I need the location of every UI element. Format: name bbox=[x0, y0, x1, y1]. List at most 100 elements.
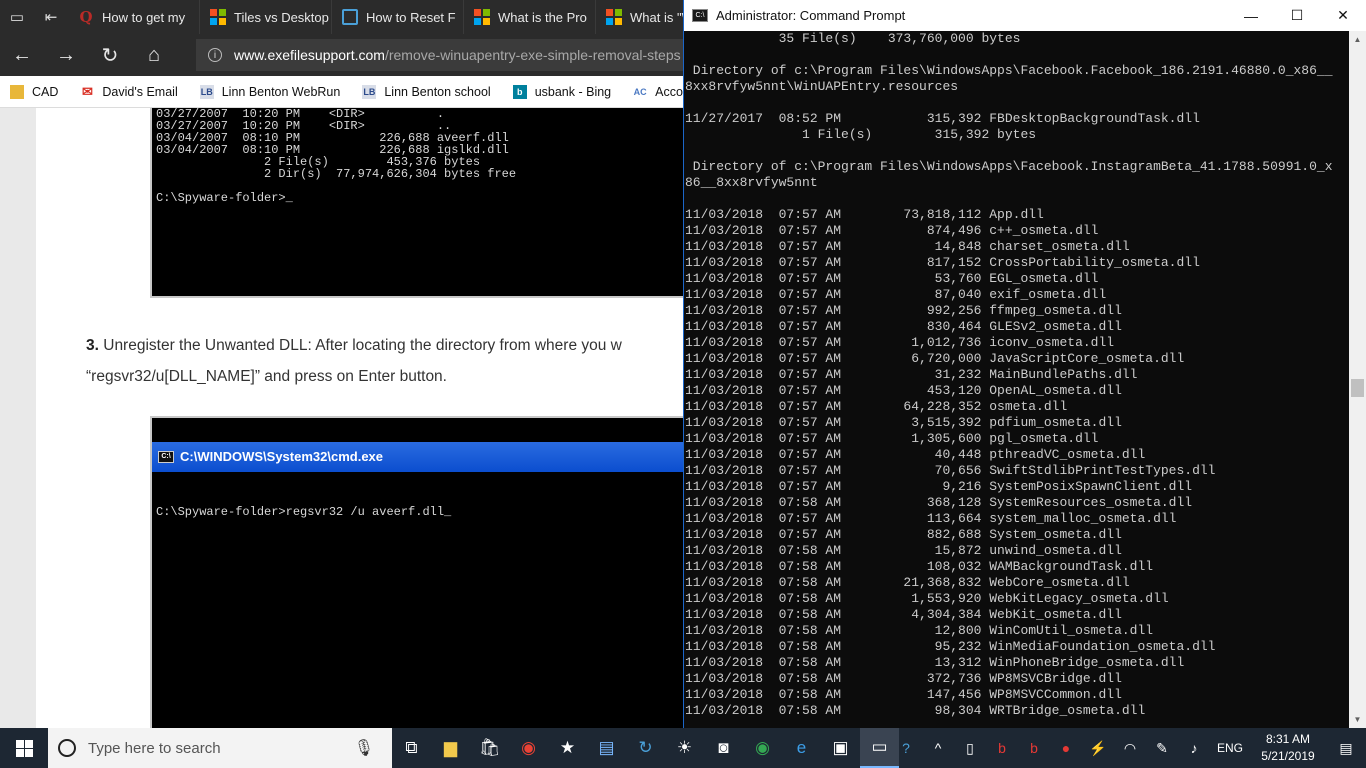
ie-icon bbox=[342, 9, 358, 25]
cmd-line: 11/03/2018 07:58 AM 21,368,832 WebCore_o… bbox=[685, 575, 1130, 590]
camera-icon[interactable]: ◙ bbox=[704, 728, 743, 768]
cmd-line: 11/03/2018 07:57 AM 64,228,352 osmeta.dl… bbox=[685, 399, 1068, 414]
scroll-thumb[interactable] bbox=[1351, 379, 1364, 397]
app-icon[interactable]: ★ bbox=[548, 728, 587, 768]
tab-switcher-icon[interactable]: ▭ bbox=[0, 0, 34, 34]
favorite-label: CAD bbox=[32, 84, 59, 99]
news-icon[interactable]: ▤ bbox=[587, 728, 626, 768]
cmd-line: 11/03/2018 07:58 AM 95,232 WinMediaFound… bbox=[685, 639, 1216, 654]
tab-label: How to Reset F bbox=[366, 9, 456, 25]
microsoft-icon bbox=[606, 9, 622, 25]
photos-icon[interactable]: ▣ bbox=[821, 728, 860, 768]
cmd-line: 11/03/2018 07:57 AM 87,040 exif_osmeta.d… bbox=[685, 287, 1107, 302]
scroll-up-icon[interactable]: ▲ bbox=[1349, 31, 1366, 48]
windows-logo-icon bbox=[15, 739, 33, 757]
cmd-line: 8xx8rvfyw5nnt\WinUAPEntry.resources bbox=[685, 79, 959, 94]
gmail-icon: ✉ bbox=[81, 83, 93, 99]
tab-what-is-the-pro[interactable]: What is the Pro bbox=[464, 0, 596, 34]
back-arrow-icon[interactable]: ← bbox=[0, 34, 44, 76]
cmd-line: 11/03/2018 07:58 AM 12,800 WinComUtil_os… bbox=[685, 623, 1154, 638]
step-text-line-2: “regsvr32/u[DLL_NAME]” and press on Ente… bbox=[86, 368, 447, 385]
file-explorer-icon[interactable]: ▆ bbox=[431, 728, 470, 768]
start-button[interactable] bbox=[0, 728, 48, 768]
forward-arrow-icon[interactable]: → bbox=[44, 34, 88, 76]
minimize-icon[interactable]: — bbox=[1228, 0, 1274, 31]
system-tray: ? ^ ▯ b b ● ⚡ ◠ ✎ ♪ ENG 8:31 AM 5/21/201… bbox=[890, 728, 1366, 768]
url-host: www.exefilesupport.com bbox=[234, 47, 385, 63]
volume-icon[interactable]: ♪ bbox=[1178, 728, 1210, 768]
favorite-linn-benton-school[interactable]: LB Linn Benton school bbox=[362, 84, 491, 99]
cmd-title-bar[interactable]: C:\ Administrator: Command Prompt — ☐ ✕ bbox=[684, 0, 1366, 31]
tablet-icon[interactable]: ▯ bbox=[954, 728, 986, 768]
screenshot-dir-listing: 03/27/2007 10:20 PM <DIR> . 03/27/2007 10… bbox=[150, 108, 710, 298]
chrome-icon[interactable]: ◉ bbox=[509, 728, 548, 768]
cmd-scrollbar[interactable]: ▲ ▼ bbox=[1349, 31, 1366, 728]
set-tabs-aside-icon[interactable]: ⇤ bbox=[34, 0, 68, 34]
cmd-line: 11/03/2018 07:57 AM 453,120 OpenAL_osmet… bbox=[685, 383, 1122, 398]
edge-icon[interactable]: e bbox=[782, 728, 821, 768]
article: 03/27/2007 10:20 PM <DIR> . 03/27/2007 10… bbox=[36, 108, 736, 728]
cmd-line: 11/03/2018 07:57 AM 992,256 ffmpeg_osmet… bbox=[685, 303, 1122, 318]
favorite-usbank-bing[interactable]: b usbank - Bing bbox=[512, 84, 612, 99]
quora-icon: Q bbox=[79, 8, 93, 26]
address-bar[interactable]: i www.exefilesupport.com/remove-winuapen… bbox=[196, 39, 686, 71]
favorite-label: usbank - Bing bbox=[534, 84, 612, 99]
step-3-text: 3. Unregister the Unwanted DLL: After lo… bbox=[86, 330, 706, 392]
cmd-line: 11/03/2018 07:58 AM 372,736 WP8MSVCBridg… bbox=[685, 671, 1122, 686]
cmd-line: 11/03/2018 07:57 AM 3,515,392 pdfium_osm… bbox=[685, 415, 1122, 430]
cmd-icon: C:\ bbox=[692, 9, 708, 22]
cmd-line bbox=[685, 47, 1349, 63]
microphone-icon[interactable]: 🎙 bbox=[354, 738, 374, 758]
tab-label: How to get my bbox=[102, 9, 186, 25]
home-icon[interactable]: ⌂ bbox=[132, 34, 176, 76]
refresh-icon[interactable]: ↻ bbox=[88, 34, 132, 76]
scroll-down-icon[interactable]: ▼ bbox=[1349, 711, 1366, 728]
taskbar-search[interactable]: Type here to search 🎙 bbox=[48, 728, 392, 768]
wifi-icon[interactable]: ◠ bbox=[1114, 728, 1146, 768]
cmd-line bbox=[685, 95, 1349, 111]
power-icon[interactable]: ⚡ bbox=[1082, 728, 1114, 768]
chrome-profile-icon[interactable]: ◉ bbox=[743, 728, 782, 768]
lb-icon: LB bbox=[362, 84, 377, 99]
tab-label: Tiles vs Desktop bbox=[234, 9, 329, 25]
tips-bulb-icon[interactable]: ☀ bbox=[665, 728, 704, 768]
language-indicator[interactable]: ENG bbox=[1210, 728, 1250, 768]
tab-quora[interactable]: Q How to get my bbox=[68, 0, 200, 34]
cmd-line: 11/03/2018 07:58 AM 147,456 WP8MSVCCommo… bbox=[685, 687, 1122, 702]
microsoft-icon bbox=[210, 9, 226, 25]
maximize-icon[interactable]: ☐ bbox=[1274, 0, 1320, 31]
favorite-linn-benton-webrun[interactable]: LB Linn Benton WebRun bbox=[199, 84, 341, 99]
action-center-icon[interactable]: ▤ bbox=[1326, 728, 1366, 768]
close-icon[interactable]: ✕ bbox=[1320, 0, 1366, 31]
lb-icon: LB bbox=[199, 84, 214, 99]
cortana-icon bbox=[58, 739, 76, 757]
favorite-label: Linn Benton school bbox=[384, 84, 491, 99]
task-view-icon[interactable]: ⧉ bbox=[392, 728, 431, 768]
cmd-line: 11/03/2018 07:57 AM 874,496 c++_osmeta.d… bbox=[685, 223, 1099, 238]
beats-icon[interactable]: b bbox=[986, 728, 1018, 768]
favorite-cad[interactable]: CAD bbox=[10, 84, 59, 99]
tab-how-to-reset[interactable]: How to Reset F bbox=[332, 0, 464, 34]
cmd-line: 11/03/2018 07:57 AM 53,760 EGL_osmeta.dl… bbox=[685, 271, 1099, 286]
command-prompt-window[interactable]: C:\ Administrator: Command Prompt — ☐ ✕ … bbox=[683, 0, 1366, 728]
elephant-icon[interactable]: ● bbox=[1050, 728, 1082, 768]
chevron-up-icon[interactable]: ^ bbox=[922, 728, 954, 768]
pen-icon[interactable]: ✎ bbox=[1146, 728, 1178, 768]
clock[interactable]: 8:31 AM 5/21/2019 bbox=[1250, 731, 1326, 765]
cmd-line: 11/03/2018 07:57 AM 882,688 System_osmet… bbox=[685, 527, 1122, 542]
step-number: 3. bbox=[86, 337, 99, 354]
tab-tiles-vs-desktop[interactable]: Tiles vs Desktop bbox=[200, 0, 332, 34]
site-info-icon[interactable]: i bbox=[208, 48, 222, 62]
dir-listing-lines: 03/27/2007 10:20 PM <DIR> . 03/27/2007 10… bbox=[156, 108, 708, 204]
sync-icon[interactable]: ↻ bbox=[626, 728, 665, 768]
cmd-icon: C:\ bbox=[158, 451, 174, 463]
cmd-line: 11/03/2018 07:57 AM 113,664 system_mallo… bbox=[685, 511, 1177, 526]
help-icon[interactable]: ? bbox=[890, 728, 922, 768]
store-icon[interactable]: 🛍 bbox=[470, 728, 509, 768]
cmd-line: 11/03/2018 07:57 AM 73,818,112 App.dll bbox=[685, 207, 1044, 222]
bing-icon: b bbox=[512, 84, 527, 99]
beats-icon[interactable]: b bbox=[1018, 728, 1050, 768]
favorite-label: Linn Benton WebRun bbox=[221, 84, 341, 99]
cmd-output[interactable]: 35 File(s) 373,760,000 bytes Directory o… bbox=[685, 31, 1349, 728]
favorite-davids-email[interactable]: ✉ David's Email bbox=[80, 83, 178, 99]
